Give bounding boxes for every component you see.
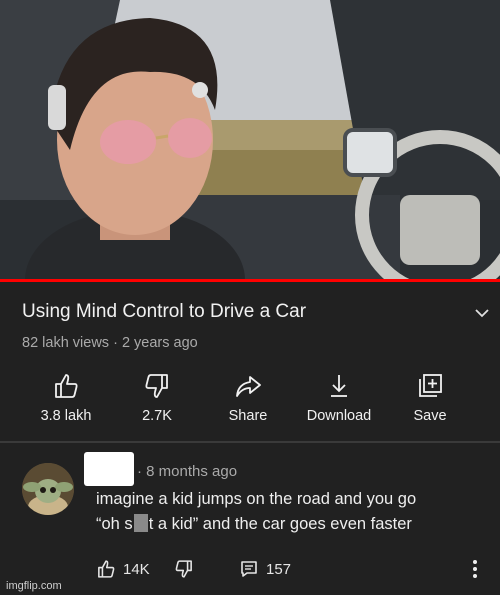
share-label: Share bbox=[228, 408, 268, 424]
dislike-count: 2.7K bbox=[142, 408, 172, 424]
comment-replies-button[interactable]: 157 bbox=[239, 558, 291, 580]
like-button[interactable]: 3.8 lakh bbox=[21, 370, 111, 430]
comment-line-1: imagine a kid jumps on the road and you … bbox=[96, 490, 417, 508]
view-count: 82 lakh views bbox=[22, 335, 110, 351]
redacted-username bbox=[84, 452, 134, 486]
comment-age: 8 months ago bbox=[146, 463, 238, 480]
download-button[interactable]: Download bbox=[294, 370, 384, 430]
video-thumbnail bbox=[0, 0, 500, 280]
video-meta: 82 lakh views · 2 years ago bbox=[22, 335, 198, 351]
download-icon bbox=[331, 375, 347, 397]
redacted-letter bbox=[133, 514, 148, 532]
comment-text: imagine a kid jumps on the road and you … bbox=[96, 487, 486, 537]
thumbs-up-icon bbox=[98, 560, 115, 578]
reply-comment-icon bbox=[241, 561, 257, 577]
watermark: imgflip.com bbox=[6, 580, 62, 592]
commenter-avatar[interactable] bbox=[22, 463, 74, 515]
meta-separator: · bbox=[109, 335, 122, 351]
more-options-icon[interactable] bbox=[470, 558, 480, 580]
expand-description-chevron-icon[interactable] bbox=[474, 305, 490, 321]
video-progress-fill bbox=[0, 279, 500, 282]
thumbs-down-icon bbox=[175, 560, 192, 578]
comment-like-button[interactable]: 14K bbox=[96, 558, 150, 580]
save-button[interactable]: Save bbox=[385, 370, 475, 430]
share-button[interactable]: Share bbox=[203, 370, 293, 430]
video-progress-bar[interactable] bbox=[0, 279, 500, 282]
download-label: Download bbox=[306, 408, 372, 424]
save-label: Save bbox=[413, 408, 447, 424]
thumbs-down-icon bbox=[145, 374, 168, 398]
comment-line-2-part-1: “oh s bbox=[96, 515, 133, 533]
video-action-bar: 3.8 lakh 2.7K Share Download Save bbox=[0, 370, 500, 430]
upload-age: 2 years ago bbox=[121, 335, 198, 351]
comment-line-2: “oh s t a kid” and the car goes even fast… bbox=[96, 512, 486, 537]
thumbs-up-icon bbox=[55, 374, 78, 398]
save-to-playlist-icon bbox=[419, 374, 442, 397]
section-divider bbox=[0, 441, 500, 443]
comment-like-count: 14K bbox=[123, 560, 150, 578]
comment-line-2-part-2: t a kid” and the car goes even faster bbox=[148, 515, 412, 533]
avatar-image bbox=[22, 463, 74, 515]
comment-dislike-button[interactable] bbox=[174, 558, 194, 580]
comment-meta: · 8 months ago bbox=[137, 463, 237, 480]
video-player[interactable] bbox=[0, 0, 500, 280]
share-icon bbox=[236, 376, 261, 397]
like-count: 3.8 lakh bbox=[40, 408, 92, 424]
dislike-button[interactable]: 2.7K bbox=[112, 370, 202, 430]
reply-count: 157 bbox=[266, 560, 292, 578]
comment-actions: 14K 157 bbox=[96, 558, 496, 580]
video-title[interactable]: Using Mind Control to Drive a Car bbox=[22, 300, 482, 324]
meta-bullet: · bbox=[137, 463, 142, 480]
